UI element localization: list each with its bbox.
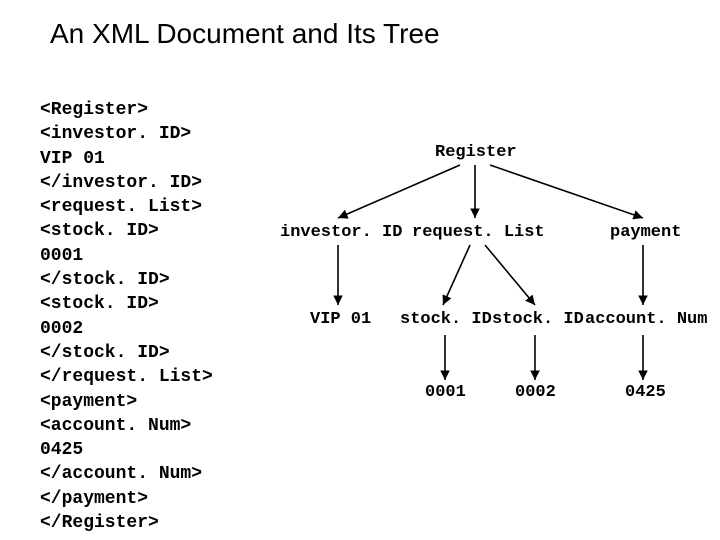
tree-node-account: account. Num [585,310,707,329]
tree-node-payment: payment [610,223,681,242]
tree-node-request: request. List [412,223,545,242]
tree-node-stock2: stock. ID [492,310,584,329]
tree-leaf-0001: 0001 [425,383,466,402]
tree-diagram: Register investor. ID request. List paym… [260,110,710,450]
xml-source: <Register> <investor. ID> VIP 01 </inves… [40,98,213,535]
tree-node-root: Register [435,143,517,162]
tree-node-investor: investor. ID [280,223,402,242]
tree-node-stock1: stock. ID [400,310,492,329]
tree-leaf-0425: 0425 [625,383,666,402]
page-title: An XML Document and Its Tree [50,18,440,50]
tree-node-vip: VIP 01 [310,310,371,329]
tree-leaf-0002: 0002 [515,383,556,402]
